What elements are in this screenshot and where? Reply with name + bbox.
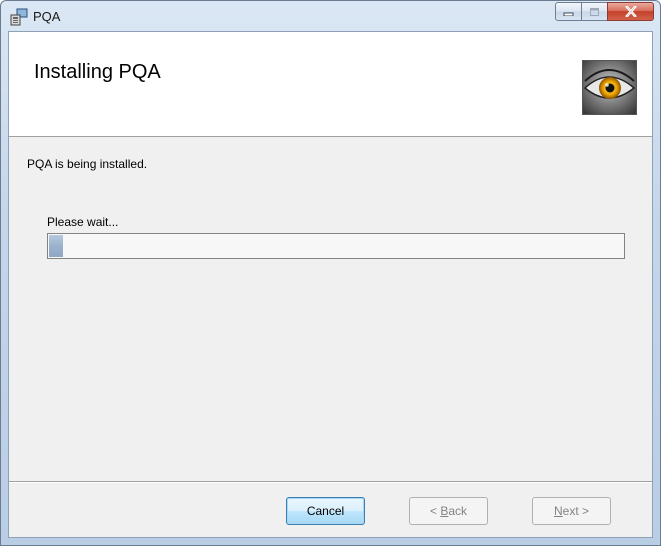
next-button-access-key: N bbox=[553, 504, 563, 518]
progress-fill bbox=[49, 235, 64, 257]
maximize-button[interactable] bbox=[581, 2, 608, 21]
title-bar[interactable]: PQA bbox=[1, 1, 660, 31]
back-button-prefix: < bbox=[429, 504, 441, 518]
page-title: Installing PQA bbox=[34, 61, 161, 83]
footer-divider bbox=[9, 481, 652, 483]
back-button-rest: ack bbox=[448, 504, 468, 518]
installer-icon bbox=[10, 8, 28, 26]
please-wait-label: Please wait... bbox=[47, 215, 119, 229]
header-banner: Installing PQA bbox=[9, 32, 652, 137]
back-button[interactable]: < Back bbox=[409, 497, 488, 525]
maximize-icon bbox=[590, 7, 599, 16]
close-button[interactable] bbox=[607, 2, 654, 21]
next-button-rest: ext bbox=[562, 504, 579, 518]
client-area: Installing PQA PQA is being installed. P… bbox=[8, 31, 653, 538]
next-button[interactable]: Next > bbox=[532, 497, 611, 525]
cancel-button-label: Cancel bbox=[306, 504, 345, 518]
minimize-button[interactable] bbox=[555, 2, 582, 21]
banner-image bbox=[582, 60, 637, 115]
window-title: PQA bbox=[33, 9, 61, 24]
install-progress-bar bbox=[47, 233, 625, 259]
minimize-icon bbox=[563, 12, 574, 16]
eye-icon bbox=[583, 61, 636, 114]
installer-window: PQA Installing PQA PQA is being installe… bbox=[0, 0, 661, 546]
close-icon bbox=[624, 6, 637, 17]
install-status: PQA is being installed. bbox=[27, 157, 148, 171]
next-button-suffix: > bbox=[578, 504, 590, 518]
caption-buttons bbox=[555, 2, 654, 21]
cancel-button[interactable]: Cancel bbox=[286, 497, 365, 525]
